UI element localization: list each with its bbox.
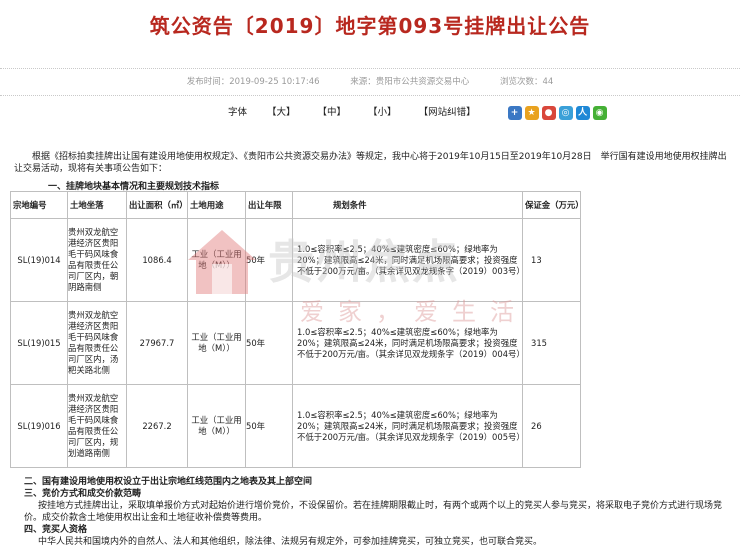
share-tencent-weibo-icon[interactable]: ◎ bbox=[558, 106, 573, 120]
parcel-conditions: 1.0≤容积率≤2.5；40%≤建筑密度≤60%；绿地率为20%；建筑限高≤24… bbox=[292, 218, 525, 302]
parcel-area: 2267.2 bbox=[126, 384, 188, 468]
parcel-deposit: 26 bbox=[522, 384, 581, 468]
header-land-use: 土地用途 bbox=[187, 191, 246, 219]
table-row: SL(19)016 贵州双龙航空港经济区贵阳毛干码风味食品有限责任公司厂区内，规… bbox=[10, 384, 581, 468]
parcel-code: SL(19)015 bbox=[10, 301, 68, 385]
parcel-land-use: 工业（工业用地（M）） bbox=[187, 301, 246, 385]
parcel-area: 1086.4 bbox=[126, 218, 188, 302]
section-3-body: 按挂地方式挂牌出让，采取填单报价方式对起始价进行增价竞价，不设保留价。若在挂牌期… bbox=[24, 501, 723, 523]
parcel-location: 贵州双龙航空港经济区贵阳毛干码风味食品有限责任公司厂区内，规划道路南侧 bbox=[67, 384, 127, 468]
parcel-conditions: 1.0≤容积率≤2.5；40%≤建筑密度≤60%；绿地率为20%；建筑限高≤24… bbox=[292, 301, 525, 385]
parcel-location: 贵州双龙航空港经济区贵阳毛干码风味食品有限责任公司厂区内，汤粑关路北侧 bbox=[67, 301, 127, 385]
parcel-location: 贵州双龙航空港经济区贵阳毛干码风味食品有限责任公司厂区内，朝阴路南侧 bbox=[67, 218, 127, 302]
header-deposit: 保证金（万元） bbox=[522, 191, 584, 219]
parcel-area: 27967.7 bbox=[126, 301, 188, 385]
share-weibo-icon[interactable]: ● bbox=[541, 106, 556, 120]
parcel-code: SL(19)014 bbox=[10, 218, 68, 302]
header-parcel-code: 宗地编号 bbox=[10, 191, 68, 219]
table-row: SL(19)014 贵州双龙航空港经济区贵阳毛干码风味食品有限责任公司厂区内，朝… bbox=[10, 218, 581, 302]
header-location: 土地坐落 bbox=[67, 191, 127, 219]
header-planning-conditions: 规划条件 bbox=[292, 191, 523, 219]
intro-paragraph: 根据《招标拍卖挂牌出让国有建设用地使用权规定》、《贵阳市公共资源交易办法》等规定… bbox=[14, 152, 727, 174]
section-4-body: 中华人民共和国境内外的自然人、法人和其他组织，除法律、法规另有规定外，可参加挂牌… bbox=[38, 537, 543, 547]
share-renren-icon[interactable]: 人 bbox=[575, 106, 590, 120]
page-title: 筑公资告〔2019〕地字第093号挂牌出让公告 bbox=[149, 14, 591, 38]
site-error-report-button[interactable]: 【网站纠错】 bbox=[419, 104, 476, 122]
publish-time: 发布时间：2019-09-25 10:17:46 bbox=[186, 77, 320, 87]
parcel-deposit: 13 bbox=[522, 218, 581, 302]
table-row: SL(19)015 贵州双龙航空港经济区贵阳毛干码风味食品有限责任公司厂区内，汤… bbox=[10, 301, 581, 385]
font-size-label: 字体 bbox=[228, 107, 248, 118]
font-medium-button[interactable]: 【中】 bbox=[318, 104, 347, 122]
share-bar: + ★ ● ◎ 人 ◉ bbox=[507, 106, 607, 120]
section-3-title: 三、竞价方式和成交价款范畴 bbox=[24, 489, 142, 499]
share-more-icon[interactable]: + bbox=[507, 106, 522, 120]
header-term: 出让年限 bbox=[245, 191, 293, 219]
article-meta: 发布时间：2019-09-25 10:17:46 来源：贵阳市公共资源交易中心 … bbox=[0, 68, 740, 96]
parcel-term: 50年 bbox=[245, 301, 293, 385]
header-area: 出让面积（㎡） bbox=[126, 191, 188, 219]
share-wechat-icon[interactable]: ◉ bbox=[592, 106, 607, 120]
parcel-term: 50年 bbox=[245, 384, 293, 468]
parcel-term: 50年 bbox=[245, 218, 293, 302]
notice-sections: 二、国有建设用地使用权设立于出让宗地红线范围内之地表及其上部空间 三、竞价方式和… bbox=[24, 476, 736, 548]
table-header-row: 宗地编号 土地坐落 出让面积（㎡） 土地用途 出让年限 规划条件 保证金（万元） bbox=[10, 191, 584, 219]
source: 来源：贵阳市公共资源交易中心 bbox=[350, 77, 470, 87]
font-large-button[interactable]: 【大】 bbox=[267, 104, 296, 122]
parcel-deposit: 315 bbox=[522, 301, 581, 385]
parcel-conditions: 1.0≤容积率≤2.5；40%≤建筑密度≤60%；绿地率为20%；建筑限高≤24… bbox=[292, 384, 525, 468]
section-2-title: 二、国有建设用地使用权设立于出让宗地红线范围内之地表及其上部空间 bbox=[24, 477, 313, 487]
view-count: 浏览次数：44 bbox=[499, 77, 554, 87]
land-parcel-table: 宗地编号 土地坐落 出让面积（㎡） 土地用途 出让年限 规划条件 保证金（万元）… bbox=[10, 191, 584, 468]
section-4-title: 四、竞买人资格 bbox=[24, 525, 88, 535]
font-toolbar: 字体 【大】 【中】 【小】 【网站纠错】 + ★ ● ◎ 人 ◉ bbox=[228, 104, 607, 122]
share-qzone-icon[interactable]: ★ bbox=[524, 106, 539, 120]
parcel-land-use: 工业（工业用地（M）） bbox=[187, 218, 246, 302]
parcel-land-use: 工业（工业用地（M）） bbox=[187, 384, 246, 468]
font-small-button[interactable]: 【小】 bbox=[368, 104, 397, 122]
parcel-code: SL(19)016 bbox=[10, 384, 68, 468]
